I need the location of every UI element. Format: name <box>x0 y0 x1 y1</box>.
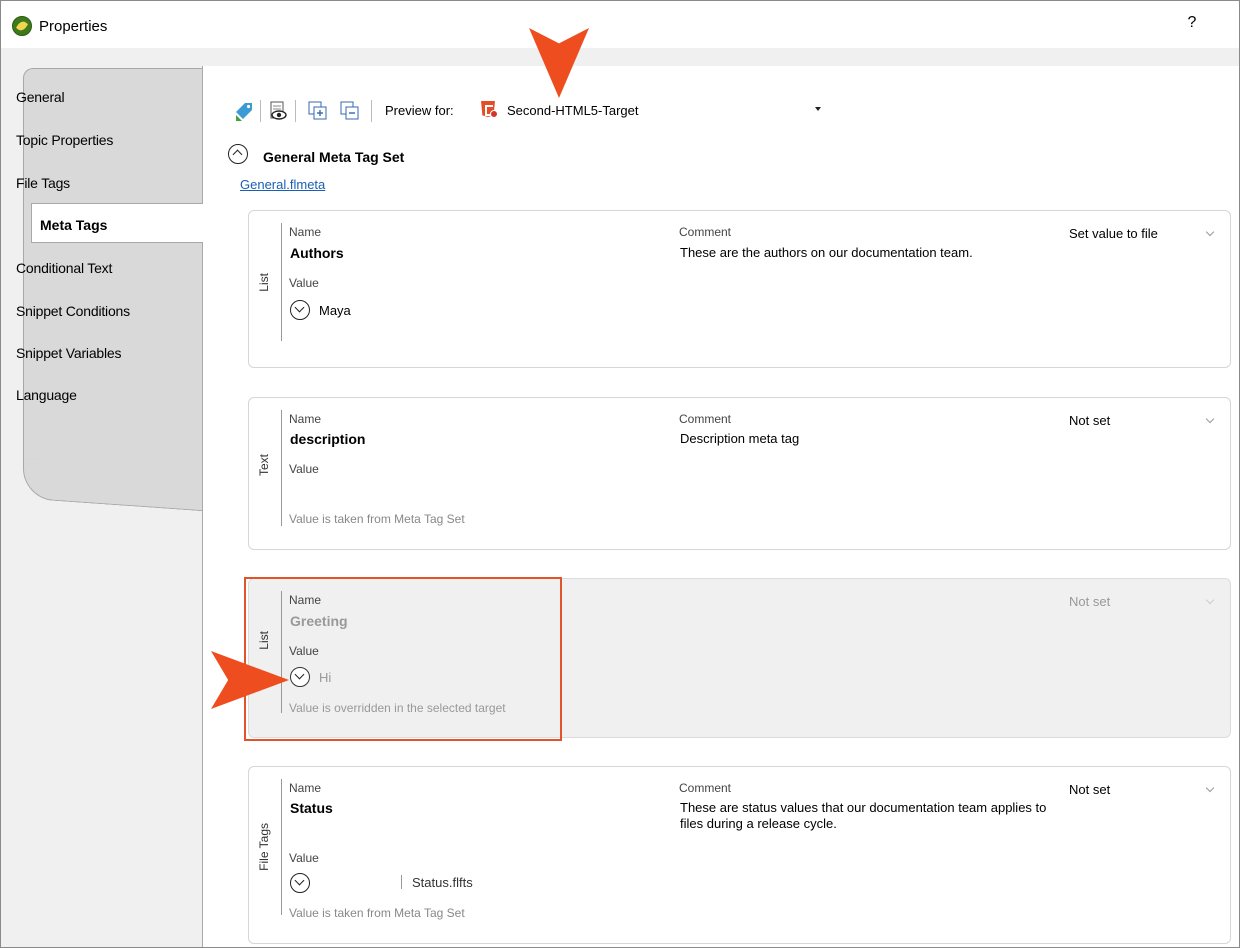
preview-target-dropdown[interactable]: Second-HTML5-Target <box>475 96 835 124</box>
tag-type-label: Text <box>257 454 271 477</box>
dropdown-caret-icon <box>815 107 821 111</box>
tab-general[interactable]: General <box>16 89 65 105</box>
tag-comment: Description meta tag <box>680 431 800 446</box>
comment-label: Comment <box>679 412 732 426</box>
value-label: Value <box>289 462 319 476</box>
collapse-all-icon[interactable] <box>339 100 361 122</box>
meta-tag-card-description: Text Name description Comment Descriptio… <box>248 397 1231 550</box>
tab-meta-tags-label: Meta Tags <box>40 217 108 233</box>
card-divider <box>281 779 282 915</box>
properties-window: Properties ? General Topic Properties Fi… <box>0 0 1240 948</box>
tag-value: Maya <box>319 303 351 318</box>
tag-type-label: List <box>257 273 271 292</box>
tab-language[interactable]: Language <box>16 387 77 403</box>
tag-type-label: File Tags <box>257 823 271 871</box>
name-label: Name <box>289 781 322 795</box>
value-file-divider <box>401 875 402 889</box>
toolbar: Preview for: Second-HTML5-Target <box>203 94 1240 126</box>
value-source-hint: Value is taken from Meta Tag Set <box>289 512 465 526</box>
toolbar-separator <box>295 100 296 122</box>
name-label: Name <box>289 412 322 426</box>
tag-comment: These are status values that our documen… <box>680 800 1047 831</box>
tag-type-label: List <box>257 631 271 650</box>
meta-tag-set-file-link[interactable]: General.flmeta <box>240 177 325 192</box>
expand-all-icon[interactable] <box>307 100 329 122</box>
card-divider <box>281 410 282 526</box>
preview-for-label: Preview for: <box>385 103 454 118</box>
edit-tag-icon[interactable] <box>233 100 255 122</box>
comment-label: Comment <box>679 781 732 795</box>
name-label: Name <box>289 225 322 239</box>
chevron-down-icon[interactable] <box>1205 414 1215 424</box>
tag-name: Status <box>290 800 333 816</box>
value-source-hint: Value is overridden in the selected targ… <box>289 701 506 715</box>
value-dropdown-icon[interactable] <box>290 667 310 687</box>
tag-state-dropdown[interactable]: Not set <box>1069 594 1110 609</box>
meta-tag-set-title: General Meta Tag Set <box>263 149 405 165</box>
tab-conditional-text[interactable]: Conditional Text <box>16 260 112 276</box>
window-title: Properties <box>39 18 108 35</box>
title-divider <box>1 48 1239 66</box>
toolbar-separator <box>260 100 261 122</box>
tag-comment: These are the authors on our documentati… <box>680 245 973 260</box>
collapse-set-icon[interactable] <box>228 144 248 164</box>
help-button[interactable]: ? <box>1181 14 1203 38</box>
tab-snippet-variables[interactable]: Snippet Variables <box>16 345 122 361</box>
value-label: Value <box>289 276 319 290</box>
value-label: Value <box>289 644 319 658</box>
card-divider <box>281 591 282 713</box>
meta-tags-panel: Preview for: Second-HTML5-Target General… <box>202 66 1239 947</box>
name-label: Name <box>289 593 322 607</box>
chevron-down-icon[interactable] <box>1205 595 1215 605</box>
comment-label: Comment <box>679 225 732 239</box>
toolbar-separator <box>371 100 372 122</box>
meta-tag-card-status: File Tags Name Status Comment These are … <box>248 766 1231 944</box>
tag-state-dropdown[interactable]: Not set <box>1069 782 1110 797</box>
meta-tag-card-greeting: List Name Greeting Not set Value Hi Valu… <box>248 578 1231 738</box>
tab-meta-tags[interactable]: Meta Tags <box>31 203 203 243</box>
value-dropdown-icon[interactable] <box>290 300 310 320</box>
meta-tag-card-authors: List Name Authors Comment These are the … <box>248 210 1231 368</box>
chevron-down-icon[interactable] <box>1205 783 1215 793</box>
tag-value: Hi <box>319 670 332 685</box>
value-label: Value <box>289 851 319 865</box>
tag-name: Greeting <box>290 613 348 629</box>
chevron-down-icon[interactable] <box>1205 227 1215 237</box>
tag-name: Authors <box>290 245 344 261</box>
app-logo-icon <box>12 16 32 36</box>
tab-snippet-conditions[interactable]: Snippet Conditions <box>16 303 130 319</box>
tab-topic-properties[interactable]: Topic Properties <box>16 132 113 148</box>
tag-name: description <box>290 431 366 447</box>
tag-state-dropdown[interactable]: Set value to file <box>1069 226 1158 241</box>
tab-file-tags[interactable]: File Tags <box>16 175 70 191</box>
tag-state-dropdown[interactable]: Not set <box>1069 413 1110 428</box>
preview-page-icon[interactable] <box>267 100 289 122</box>
preview-target-value: Second-HTML5-Target <box>507 103 639 118</box>
value-source-hint: Value is taken from Meta Tag Set <box>289 906 465 920</box>
card-divider <box>281 223 282 341</box>
title-bar: Properties ? <box>1 1 1239 48</box>
value-dropdown-icon[interactable] <box>290 873 310 893</box>
tag-file-reference: Status.flfts <box>412 875 473 890</box>
primary-target-badge-icon <box>490 110 498 118</box>
